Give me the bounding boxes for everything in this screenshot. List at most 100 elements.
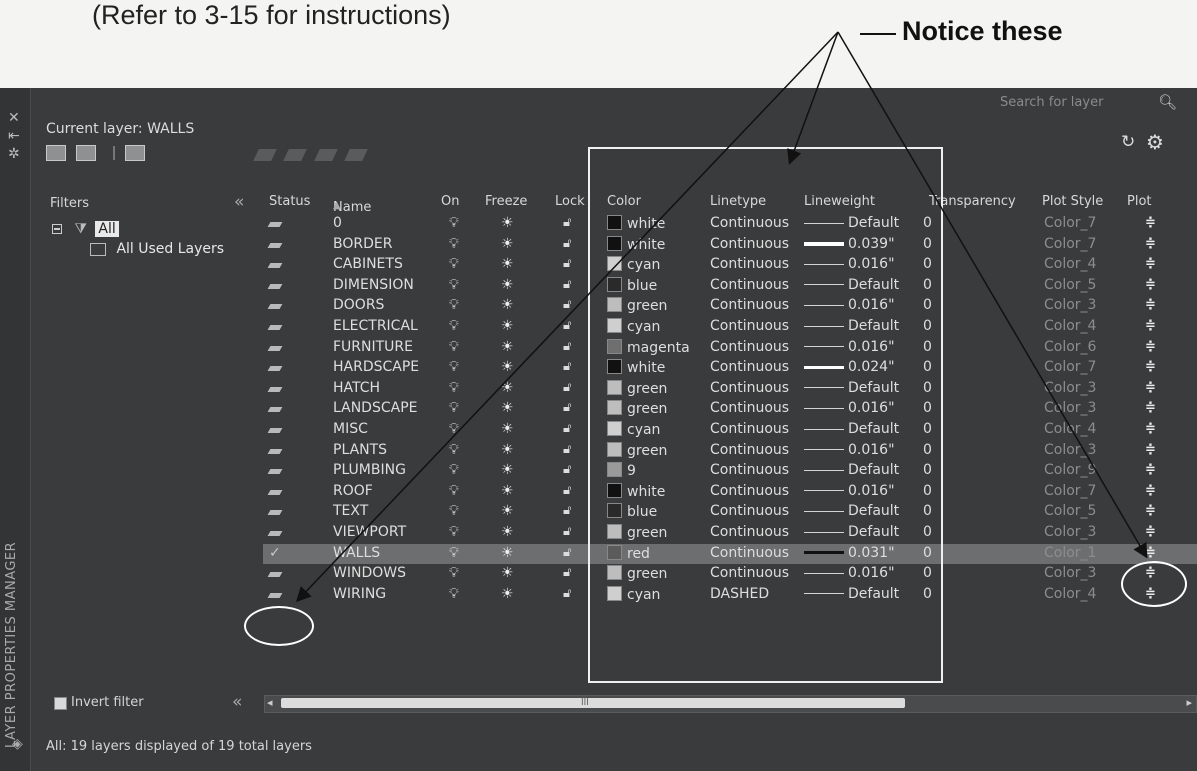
- layer-color[interactable]: green: [607, 400, 667, 417]
- layer-color[interactable]: cyan: [607, 318, 660, 335]
- layer-plot-style[interactable]: Color_4: [1044, 421, 1096, 437]
- layer-icon[interactable]: [267, 359, 283, 375]
- layer-name[interactable]: DOORS: [333, 297, 384, 313]
- printer-icon[interactable]: ≑: [1145, 277, 1156, 292]
- layer-transparency[interactable]: 0: [923, 503, 932, 519]
- lightbulb-icon[interactable]: 💡︎: [449, 483, 459, 499]
- layer-name[interactable]: LANDSCAPE: [333, 400, 417, 416]
- layer-linetype[interactable]: Continuous: [710, 442, 789, 458]
- layer-row[interactable]: DOORS 💡︎ ☀ 🔓︎ green Continuous 0.016" 0 Color_3 ≑: [263, 296, 1197, 316]
- horizontal-scrollbar[interactable]: ◂ ||| ▸: [264, 695, 1197, 713]
- layer-name[interactable]: HARDSCAPE: [333, 359, 419, 375]
- layer-plot-style[interactable]: Color_3: [1044, 565, 1096, 581]
- layer-name[interactable]: WALLS: [333, 545, 380, 561]
- unlocked-padlock-icon[interactable]: 🔓︎: [563, 236, 571, 251]
- tree-collapse-icon[interactable]: [52, 224, 62, 234]
- layer-plot-style[interactable]: Color_3: [1044, 400, 1096, 416]
- lightbulb-icon[interactable]: 💡︎: [449, 380, 459, 396]
- layer-linetype[interactable]: Continuous: [710, 565, 789, 581]
- layer-lineweight[interactable]: Default: [804, 380, 899, 396]
- printer-icon[interactable]: ≑: [1145, 359, 1156, 374]
- layer-linetype[interactable]: Continuous: [710, 339, 789, 355]
- column-header-lineweight[interactable]: Lineweight: [804, 194, 875, 209]
- layer-name[interactable]: ROOF: [333, 483, 373, 499]
- sun-icon[interactable]: ☀: [501, 462, 514, 478]
- printer-icon[interactable]: ≑: [1145, 503, 1156, 518]
- layer-plot-style[interactable]: Color_3: [1044, 297, 1096, 313]
- layer-row[interactable]: HATCH 💡︎ ☀ 🔓︎ green Continuous Default 0 Color_3…: [263, 379, 1197, 399]
- layer-transparency[interactable]: 0: [923, 545, 932, 561]
- layer-icon[interactable]: [267, 277, 283, 293]
- layer-states-manager-icon[interactable]: [125, 144, 146, 161]
- layer-row[interactable]: DIMENSION 💡︎ ☀ 🔓︎ blue Continuous Default 0 Colo…: [263, 276, 1197, 296]
- lightbulb-icon[interactable]: 💡︎: [449, 339, 459, 355]
- sun-icon[interactable]: ☀: [501, 524, 514, 540]
- layer-plot-style[interactable]: Color_9: [1044, 462, 1096, 478]
- layer-transparency[interactable]: 0: [923, 339, 932, 355]
- set-current-icon[interactable]: [344, 149, 369, 161]
- printer-icon[interactable]: ≑: [1145, 400, 1156, 415]
- layer-row[interactable]: ROOF 💡︎ ☀ 🔓︎ white Continuous 0.016" 0 Color_7 ≑: [263, 482, 1197, 502]
- column-header-plot[interactable]: Plot: [1127, 194, 1152, 209]
- lightbulb-icon[interactable]: 💡︎: [449, 524, 459, 540]
- lightbulb-icon[interactable]: 💡︎: [449, 318, 459, 334]
- sun-icon[interactable]: ☀: [501, 400, 514, 416]
- layer-transparency[interactable]: 0: [923, 297, 932, 313]
- checkmark-icon[interactable]: ✓: [269, 545, 281, 561]
- layer-icon[interactable]: [267, 524, 283, 540]
- layer-transparency[interactable]: 0: [923, 318, 932, 334]
- layer-row[interactable]: BORDER 💡︎ ☀ 🔓︎ white Continuous 0.039" 0 Color_7…: [263, 235, 1197, 255]
- layer-name[interactable]: PLANTS: [333, 442, 387, 458]
- sun-icon[interactable]: ☀: [501, 297, 514, 313]
- collapse-tree-icon[interactable]: «: [232, 692, 242, 712]
- sun-icon[interactable]: ☀: [501, 256, 514, 272]
- layer-lineweight[interactable]: 0.016": [804, 483, 895, 499]
- layer-linetype[interactable]: Continuous: [710, 318, 789, 334]
- scrollbar-thumb[interactable]: |||: [281, 695, 905, 708]
- properties-icon[interactable]: ✲: [8, 146, 20, 162]
- column-header-color[interactable]: Color: [607, 194, 641, 209]
- layer-color[interactable]: green: [607, 379, 667, 397]
- lightbulb-icon[interactable]: 💡︎: [449, 462, 459, 478]
- layer-linetype[interactable]: DASHED: [710, 586, 769, 602]
- layer-name[interactable]: HATCH: [333, 380, 380, 396]
- column-header-lock[interactable]: Lock: [555, 194, 585, 209]
- sun-icon[interactable]: ☀: [501, 565, 514, 581]
- collapse-filters-icon[interactable]: «: [234, 192, 244, 212]
- search-icon[interactable]: 🔍︎: [1158, 93, 1177, 111]
- layer-lineweight[interactable]: Default: [804, 215, 899, 231]
- layer-icon[interactable]: [267, 236, 283, 252]
- layer-linetype[interactable]: Continuous: [710, 297, 789, 313]
- printer-icon[interactable]: ≑: [1145, 421, 1156, 436]
- lightbulb-icon[interactable]: 💡︎: [449, 256, 459, 272]
- close-icon[interactable]: ✕: [8, 110, 20, 126]
- layer-icon[interactable]: [267, 483, 283, 499]
- unlocked-padlock-icon[interactable]: 🔓︎: [563, 400, 571, 415]
- layer-linetype[interactable]: Continuous: [710, 277, 789, 293]
- unlocked-padlock-icon[interactable]: 🔓︎: [563, 318, 571, 333]
- layer-icon[interactable]: [267, 503, 283, 519]
- layer-color[interactable]: green: [607, 297, 667, 314]
- sun-icon[interactable]: ☀: [501, 359, 514, 375]
- layer-lineweight[interactable]: Default: [804, 586, 899, 602]
- lightbulb-icon[interactable]: 💡︎: [449, 565, 459, 581]
- layer-color[interactable]: cyan: [607, 421, 660, 438]
- unlocked-padlock-icon[interactable]: 🔓︎: [563, 421, 571, 436]
- column-header-on[interactable]: On: [441, 194, 459, 209]
- lightbulb-icon[interactable]: 💡︎: [449, 586, 459, 602]
- layer-transparency[interactable]: 0: [923, 380, 932, 396]
- layer-plot-style[interactable]: Color_5: [1044, 277, 1096, 293]
- layer-icon[interactable]: [267, 462, 283, 478]
- printer-icon[interactable]: ≑: [1145, 483, 1156, 498]
- layer-icon[interactable]: [267, 297, 283, 313]
- layer-name[interactable]: 0: [333, 215, 342, 231]
- layer-row[interactable]: HARDSCAPE 💡︎ ☀ 🔓︎ white Continuous 0.024" 0 Colo…: [263, 358, 1197, 378]
- column-header-linetype[interactable]: Linetype: [710, 194, 766, 209]
- lightbulb-icon[interactable]: 💡︎: [449, 442, 459, 458]
- layer-icon[interactable]: [267, 442, 283, 458]
- column-header-transparency[interactable]: Transparency: [929, 194, 1016, 209]
- layer-plot-style[interactable]: Color_5: [1044, 503, 1096, 519]
- layer-name[interactable]: MISC: [333, 421, 368, 437]
- scroll-left-icon[interactable]: ◂: [267, 696, 273, 709]
- unlocked-padlock-icon[interactable]: 🔓︎: [563, 586, 571, 601]
